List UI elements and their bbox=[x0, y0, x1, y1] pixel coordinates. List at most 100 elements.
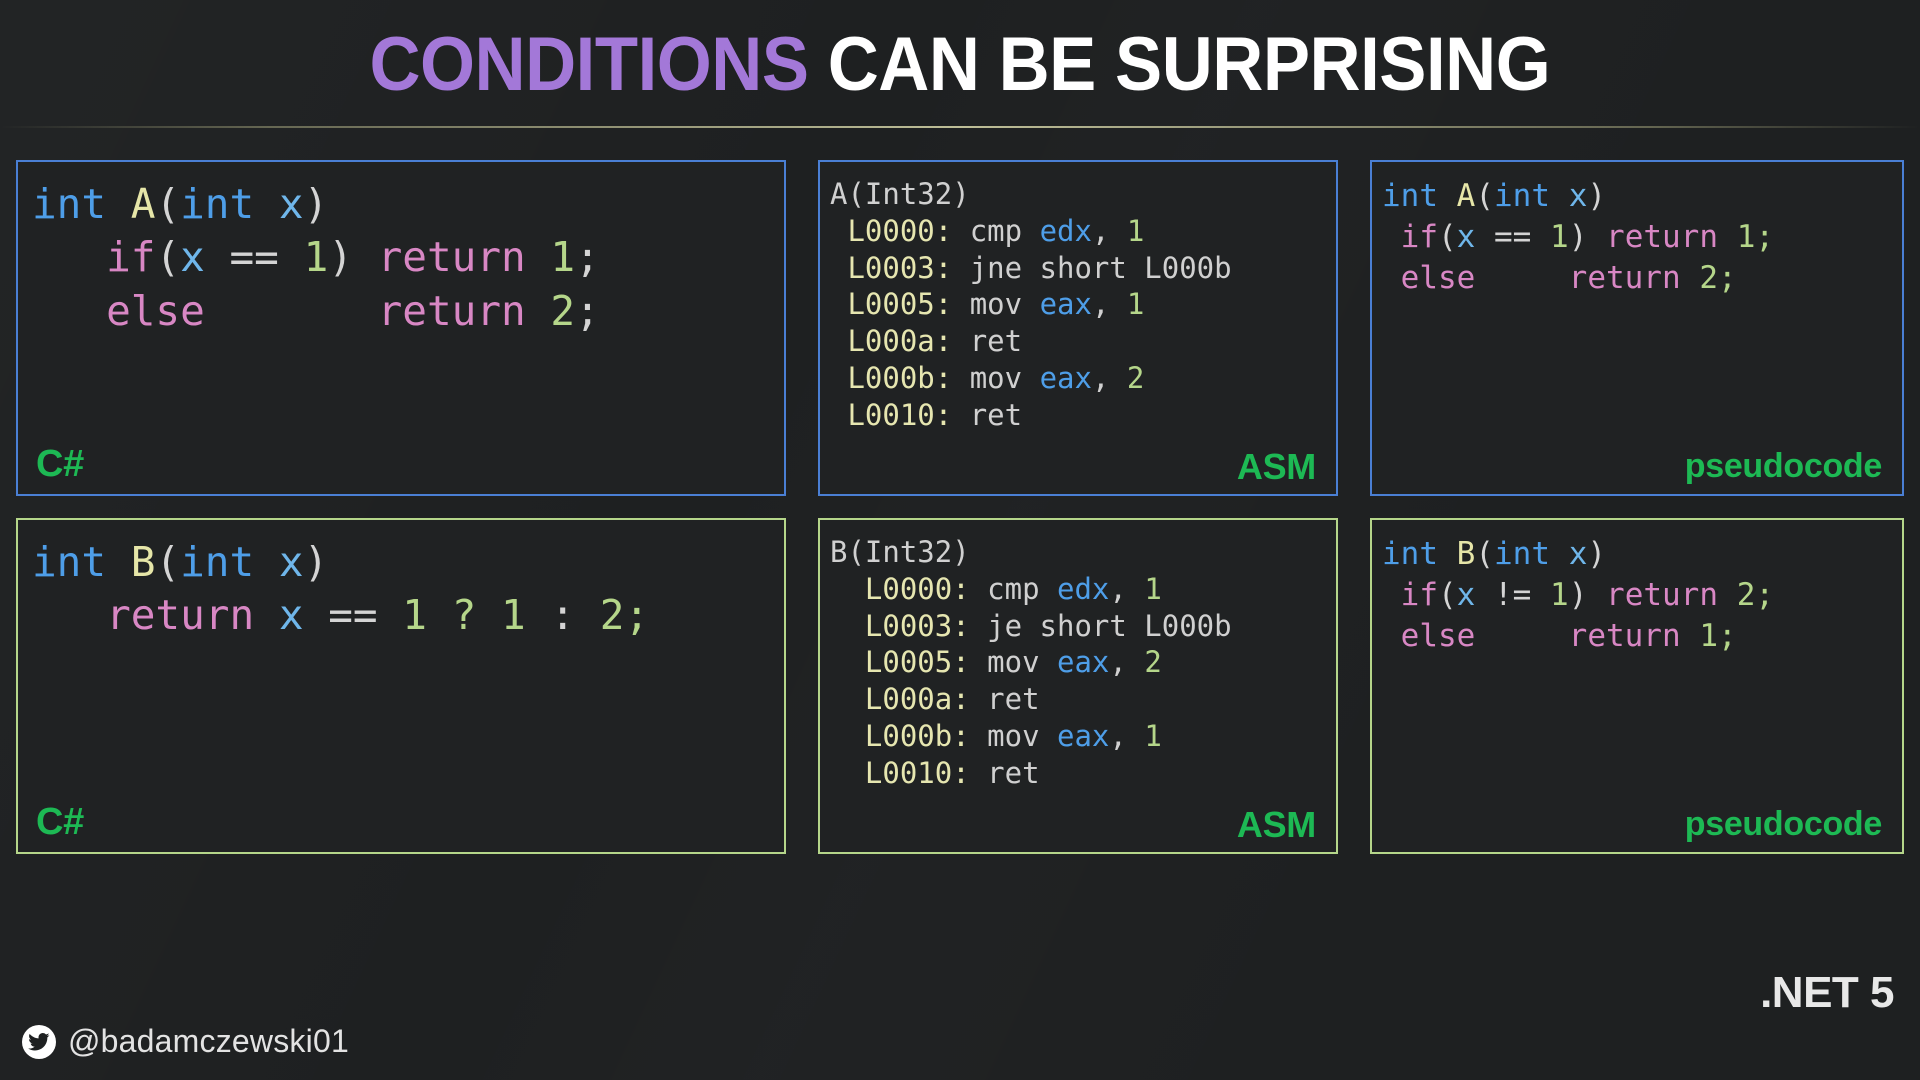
code-line: L000b: mov eax, 1 bbox=[830, 718, 1336, 755]
token-var: x bbox=[1456, 576, 1476, 613]
code-line: L000a: ret bbox=[830, 323, 1336, 360]
token-kw: else bbox=[106, 286, 205, 335]
token-plain: B(Int32) bbox=[830, 535, 970, 569]
token-plain: mov bbox=[969, 287, 1023, 322]
token-reg: eax bbox=[1039, 287, 1092, 322]
code-line: int B(int x) bbox=[1382, 534, 1902, 575]
token-num: 2 bbox=[550, 286, 576, 335]
token-plain: , bbox=[1091, 213, 1110, 248]
token-plain: jne short L000b bbox=[969, 250, 1232, 285]
token-punc: ( bbox=[1475, 178, 1495, 214]
handle-text: @badamczewski01 bbox=[68, 1023, 349, 1059]
token-kw: return bbox=[377, 233, 526, 282]
token-num: 1 bbox=[1144, 571, 1162, 606]
token-type: int bbox=[32, 538, 107, 586]
token-label: L000b: bbox=[864, 719, 970, 754]
token-var: x bbox=[278, 180, 304, 228]
code-block-pseudo-b: int B(int x) if(x != 1) return 2; else r… bbox=[1372, 520, 1902, 657]
code-line: if(x == 1) return 1; bbox=[1382, 217, 1902, 258]
token-punc: ( bbox=[155, 233, 181, 282]
token-num: 2 bbox=[1144, 645, 1162, 680]
token-plain: ret bbox=[969, 324, 1023, 359]
panel-badge-pseudo-b: pseudocode bbox=[1684, 805, 1883, 843]
code-block-asm-a: A(Int32) L0000: cmp edx, 1 L0003: jne sh… bbox=[820, 162, 1336, 434]
code-panel-csharp-a: int A(int x) if(x == 1) return 1; else r… bbox=[16, 160, 786, 496]
token-plain: mov bbox=[987, 645, 1040, 680]
token-kw: return bbox=[106, 591, 255, 640]
token-reg: eax bbox=[1039, 361, 1092, 396]
token-plain: , bbox=[1091, 287, 1110, 322]
token-label: L000b: bbox=[847, 361, 953, 396]
code-line: A(Int32) bbox=[830, 176, 1336, 213]
platform-label: .NET 5 bbox=[1760, 968, 1894, 1017]
token-punc: ( bbox=[1438, 218, 1457, 255]
token-num: ; bbox=[1717, 259, 1737, 296]
token-num: 1 bbox=[1550, 576, 1569, 613]
token-plain: , bbox=[1109, 571, 1127, 606]
token-punc: ) bbox=[1587, 178, 1607, 214]
slide-header: CONDITIONS CAN BE SURPRISING bbox=[0, 0, 1920, 128]
token-plain: , bbox=[1091, 361, 1110, 396]
token-num: 1 bbox=[501, 591, 526, 640]
token-plain: ret bbox=[969, 397, 1023, 432]
title-rest bbox=[809, 22, 828, 107]
token-plain: , bbox=[1109, 719, 1127, 754]
author-handle[interactable]: @badamczewski01 bbox=[22, 1023, 349, 1060]
token-kw: return bbox=[1568, 617, 1681, 654]
token-kw: return bbox=[1606, 576, 1719, 613]
token-var: x bbox=[278, 591, 304, 640]
token-num: ; bbox=[624, 591, 650, 640]
token-plain: je short L000b bbox=[987, 608, 1232, 643]
code-line: L0003: je short L000b bbox=[830, 608, 1336, 645]
token-kw: return bbox=[377, 286, 526, 335]
code-line: int A(int x) bbox=[32, 178, 784, 231]
token-label: L0010: bbox=[847, 397, 953, 432]
code-line: if(x != 1) return 2; bbox=[1382, 575, 1902, 616]
code-line: L0010: ret bbox=[830, 397, 1336, 434]
token-fn: B bbox=[130, 538, 156, 586]
token-punc: ( bbox=[1475, 536, 1495, 572]
code-line: L0000: cmp edx, 1 bbox=[830, 213, 1336, 250]
code-line: else return 2; bbox=[32, 285, 784, 338]
token-type: int bbox=[180, 538, 255, 586]
token-punc: ) bbox=[1568, 218, 1588, 255]
token-num: 1 bbox=[303, 233, 329, 282]
token-num: 2 bbox=[1699, 259, 1718, 296]
code-line: int B(int x) bbox=[32, 536, 784, 589]
token-fn: A bbox=[130, 180, 156, 228]
code-line: return x == 1 ? 1 : 2; bbox=[32, 589, 784, 642]
code-line: int A(int x) bbox=[1382, 176, 1902, 217]
